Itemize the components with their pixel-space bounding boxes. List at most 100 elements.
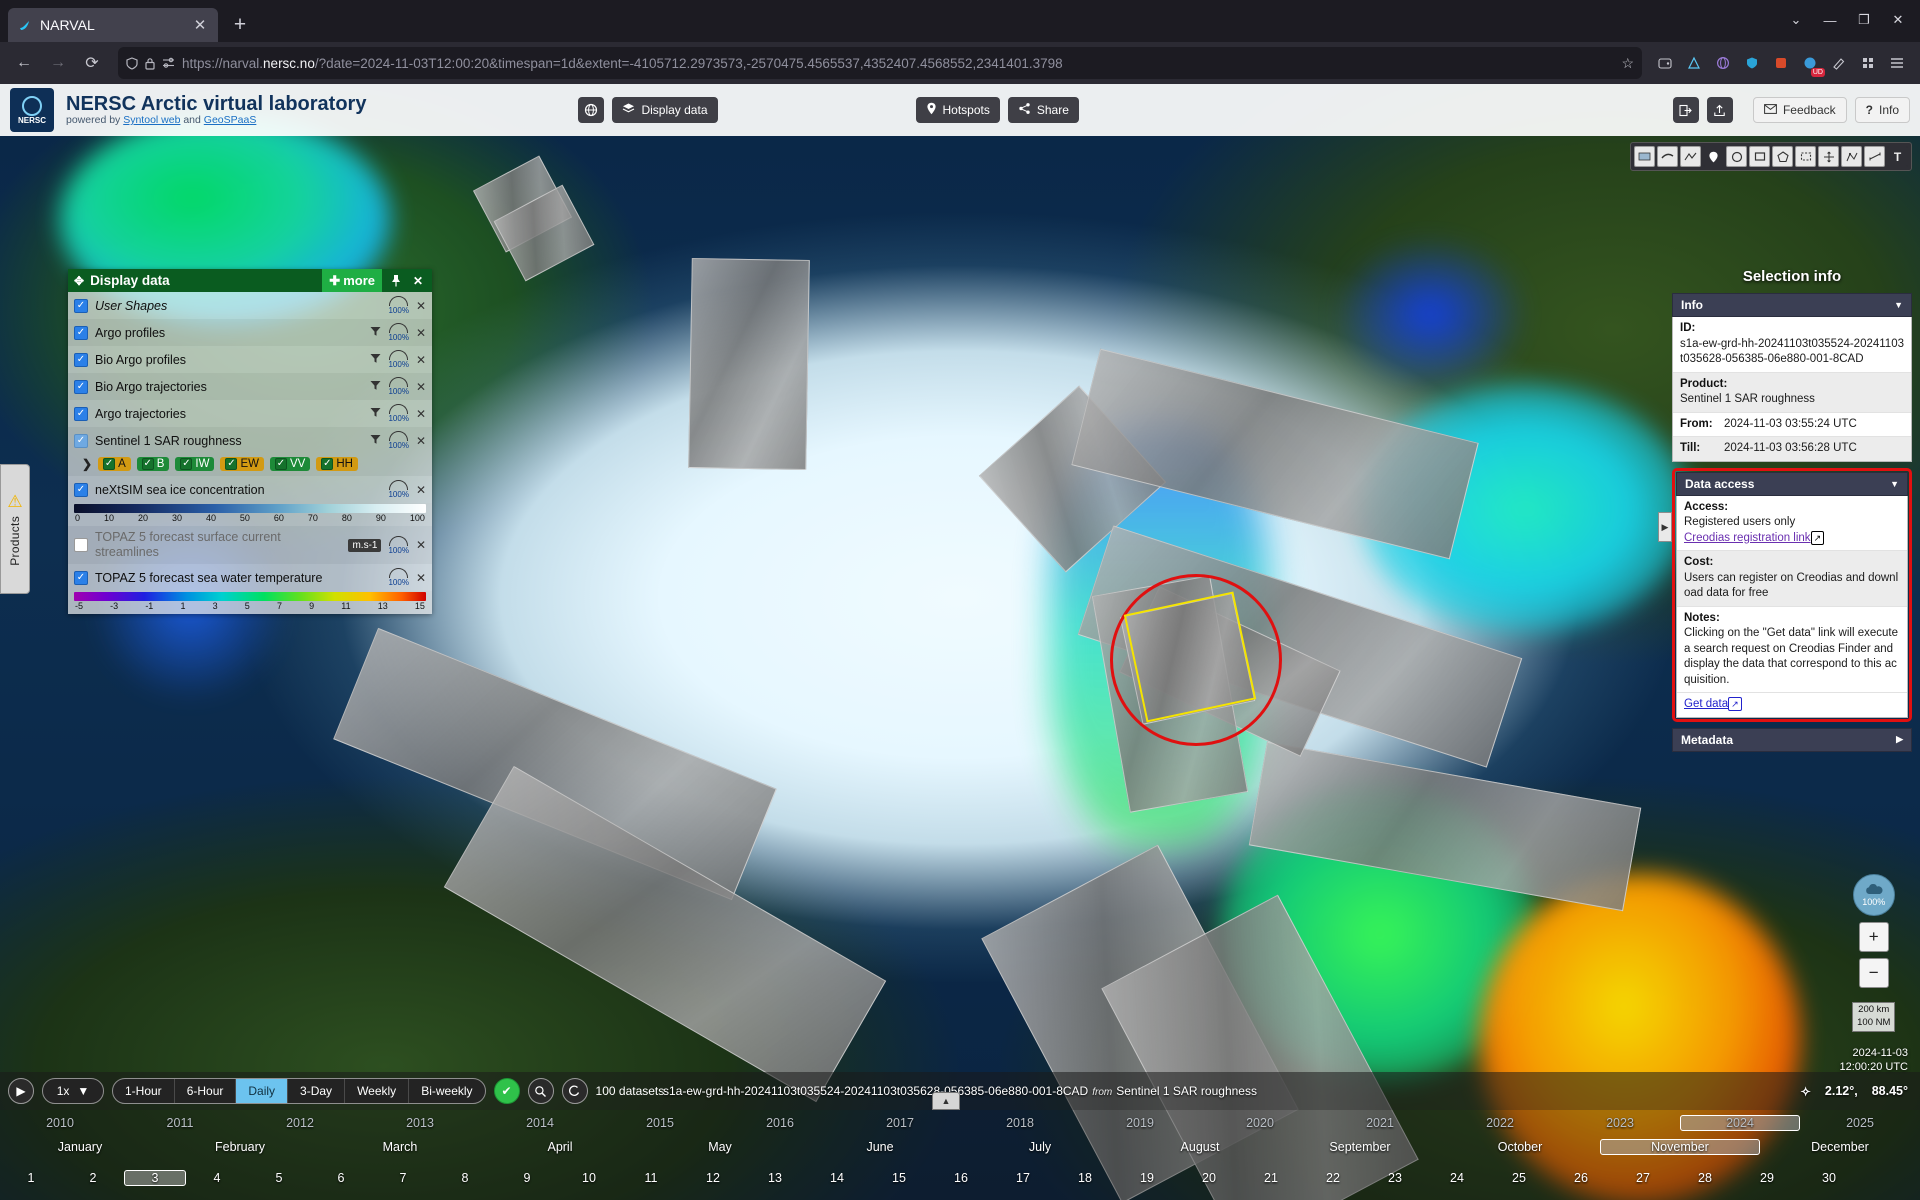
timeline-day[interactable]: 21	[1240, 1171, 1302, 1185]
metadata-accordion-header[interactable]: Metadata ▶	[1672, 727, 1912, 752]
products-side-tab[interactable]: ⚠ Products	[0, 464, 30, 594]
layer-opacity-control[interactable]: 100%	[388, 296, 409, 315]
bookmark-icon[interactable]: ☆	[1621, 55, 1634, 72]
sar-filter-checkbox[interactable]: ✓	[103, 458, 116, 470]
display-data-panel[interactable]: ✥ Display data ✚ more ✕ ✓ User Shapes 10…	[68, 269, 432, 614]
sar-filter-checkbox[interactable]: ✓	[225, 458, 238, 470]
timeline-day[interactable]: 6	[310, 1171, 372, 1185]
measure-area-icon[interactable]	[1841, 146, 1862, 167]
layer-remove-icon[interactable]: ✕	[416, 380, 426, 394]
timeline-month[interactable]: August	[1120, 1140, 1280, 1154]
text-icon[interactable]: T	[1887, 146, 1908, 167]
layer-remove-icon[interactable]: ✕	[416, 299, 426, 313]
ud-badge-icon[interactable]	[1797, 50, 1825, 77]
timeline-year[interactable]: 2019	[1080, 1116, 1200, 1130]
display-data-button[interactable]: Display data	[612, 97, 718, 123]
timeline-year-selected[interactable]: 2024	[1680, 1115, 1800, 1131]
layer-filter-icon[interactable]	[370, 326, 381, 340]
login-icon[interactable]	[1672, 97, 1699, 123]
layer-opacity-control[interactable]: 100%	[388, 350, 409, 369]
feedback-button[interactable]: Feedback	[1752, 97, 1847, 123]
rectangle-icon[interactable]	[1749, 146, 1770, 167]
layer-row[interactable]: ✓ Bio Argo trajectories 100% ✕	[68, 373, 432, 400]
timeline-day[interactable]: 30	[1798, 1171, 1860, 1185]
timeline-year[interactable]: 2021	[1320, 1116, 1440, 1130]
layer-remove-icon[interactable]: ✕	[416, 571, 426, 585]
layer-row[interactable]: ✓ Argo profiles 100% ✕	[68, 319, 432, 346]
chevron-right-icon[interactable]: ❯	[82, 457, 92, 471]
timeline-days-row[interactable]: 1 2 3 4 5 6 7 8 9 10 11 12 13 14 15 16 1	[0, 1162, 1920, 1194]
timeline-day[interactable]: 20	[1178, 1171, 1240, 1185]
marker-icon[interactable]	[1703, 146, 1724, 167]
maximize-icon[interactable]: ❐	[1848, 6, 1880, 34]
geospaas-link[interactable]: GeoSPaaS	[204, 114, 257, 126]
sar-filter-checkbox[interactable]: ✓	[275, 458, 287, 470]
timeline-day[interactable]: 2	[62, 1171, 124, 1185]
layer-remove-icon[interactable]: ✕	[416, 434, 426, 448]
layer-filter-icon[interactable]	[370, 380, 381, 394]
chevron-down-icon[interactable]: ▼	[1890, 479, 1899, 489]
timeline-day[interactable]: 5	[248, 1171, 310, 1185]
timeline-day[interactable]: 9	[496, 1171, 558, 1185]
grid-icon[interactable]	[1855, 50, 1881, 76]
layer-row[interactable]: ✓ Bio Argo profiles 100% ✕	[68, 346, 432, 373]
timeline-handle[interactable]: ▲	[932, 1092, 960, 1110]
timeline-day[interactable]: 7	[372, 1171, 434, 1185]
layer-row-current[interactable]: TOPAZ 5 forecast surface current streaml…	[68, 526, 432, 564]
sar-filter-checkbox[interactable]: ✓	[141, 458, 154, 470]
timeline-year[interactable]: 2017	[840, 1116, 960, 1130]
layer-filter-icon[interactable]	[370, 353, 381, 367]
map-canvas[interactable]	[0, 84, 1920, 1200]
timestep-1-hour[interactable]: 1-Hour	[113, 1079, 175, 1103]
zoom-in-button[interactable]: +	[1858, 922, 1889, 952]
timeline-month-selected[interactable]: November	[1600, 1139, 1760, 1155]
layer-remove-icon[interactable]: ✕	[416, 483, 426, 497]
timeline-month[interactable]: May	[640, 1140, 800, 1154]
timeline-day-selected[interactable]: 3	[124, 1170, 186, 1186]
info-button[interactable]: ? Info	[1854, 97, 1910, 123]
map-opacity-control[interactable]: 100%	[1852, 874, 1895, 916]
timestep-3-day[interactable]: 3-Day	[288, 1079, 346, 1103]
list-all-tabs-icon[interactable]: ⌄	[1780, 6, 1812, 34]
export-icon[interactable]	[1706, 97, 1733, 123]
close-window-icon[interactable]: ✕	[1882, 6, 1914, 34]
playback-speed-select[interactable]: 1x ▼	[42, 1078, 104, 1104]
hotspots-button[interactable]: Hotspots	[915, 97, 1000, 123]
layer-checkbox[interactable]: ✓	[74, 406, 88, 421]
layer-row-ice[interactable]: ✓ neXtSIM sea ice concentration 100% ✕	[68, 476, 432, 503]
sar-filter-ew[interactable]: ✓ EW	[220, 457, 264, 471]
sar-granule[interactable]	[688, 257, 810, 471]
timeline-day[interactable]: 18	[1054, 1171, 1116, 1185]
timestep-weekly[interactable]: Weekly	[345, 1079, 410, 1103]
timeline-month[interactable]: July	[960, 1140, 1120, 1154]
timeline-year[interactable]: 2020	[1200, 1116, 1320, 1130]
timeline-month[interactable]: April	[480, 1140, 640, 1154]
browser-tab-narval[interactable]: NARVAL ✕	[8, 8, 218, 42]
sar-filter-b[interactable]: ✓ B	[136, 457, 170, 471]
timeline-year[interactable]: 2010	[0, 1116, 120, 1130]
timeline-month[interactable]: December	[1760, 1140, 1920, 1154]
layer-checkbox[interactable]: ✓	[74, 298, 88, 313]
layer-opacity-control[interactable]: 100%	[388, 323, 409, 342]
layer-row[interactable]: ✓ Argo trajectories 100% ✕	[68, 400, 432, 427]
clock-icon[interactable]	[561, 1078, 588, 1104]
add-more-button[interactable]: ✚ more	[322, 269, 382, 292]
layer-filter-icon[interactable]	[370, 434, 381, 448]
layer-opacity-control[interactable]: 100%	[388, 404, 409, 423]
timeline-day[interactable]: 17	[992, 1171, 1054, 1185]
layer-opacity-control[interactable]: 100%	[388, 568, 409, 587]
timeline-year[interactable]: 2023	[1560, 1116, 1680, 1130]
timeline-year[interactable]: 2012	[240, 1116, 360, 1130]
new-tab-button[interactable]: +	[224, 9, 256, 41]
layer-row-temperature[interactable]: ✓ TOPAZ 5 forecast sea water temperature…	[68, 564, 432, 591]
search-icon[interactable]	[527, 1078, 554, 1104]
reload-icon[interactable]: ⟳	[76, 47, 108, 79]
menu-icon[interactable]	[1884, 50, 1910, 76]
timeline-day[interactable]: 27	[1612, 1171, 1674, 1185]
timeline-month[interactable]: March	[320, 1140, 480, 1154]
timeline-year[interactable]: 2011	[120, 1116, 240, 1130]
info-accordion-header[interactable]: Info ▼	[1672, 293, 1912, 317]
timestep-bi-weekly[interactable]: Bi-weekly	[409, 1079, 484, 1103]
forward-icon[interactable]: →	[42, 47, 74, 79]
timeline-year[interactable]: 2016	[720, 1116, 840, 1130]
